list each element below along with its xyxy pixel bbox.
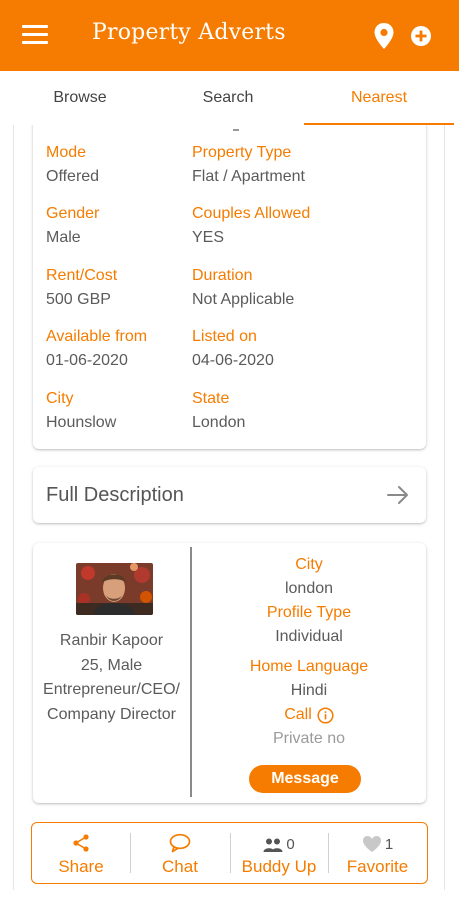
phone-value: Private no xyxy=(272,730,346,747)
avatar[interactable] xyxy=(76,563,153,615)
gender-label: Gender xyxy=(46,205,100,222)
mode-value: Offered xyxy=(46,168,100,185)
listed-on-value: 04-06-2020 xyxy=(192,352,274,369)
share-icon xyxy=(71,833,91,853)
advertiser-name: Ranbir Kapoor xyxy=(59,632,164,649)
app-bar: Property Adverts xyxy=(0,0,459,71)
city-value: Hounslow xyxy=(46,414,117,431)
mode-label: Mode xyxy=(46,144,87,161)
action-bar: Share Chat 0 Buddy Up 1 Favorite xyxy=(31,822,428,884)
rent-label: Rent/Cost xyxy=(46,267,118,284)
chat-button[interactable]: Chat xyxy=(130,823,230,883)
people-icon xyxy=(263,837,283,853)
tab-bar: Browse Search Nearest xyxy=(0,71,459,125)
menu-icon[interactable] xyxy=(22,25,48,45)
add-circle-icon[interactable] xyxy=(410,25,432,47)
property-type-field: Property Type Flat / Apartment xyxy=(192,143,305,187)
advertiser-profile-card: Ranbir Kapoor 25, Male Entrepreneur/CEO/… xyxy=(33,543,426,803)
property-type-label: Property Type xyxy=(192,144,292,161)
state-field: State London xyxy=(192,389,245,433)
location-pin-icon[interactable] xyxy=(373,22,395,50)
tab-browse[interactable]: Browse xyxy=(0,71,160,125)
tab-search[interactable]: Search xyxy=(152,71,304,125)
rent-field: Rent/Cost 500 GBP xyxy=(46,266,117,310)
available-from-label: Available from xyxy=(46,328,148,345)
share-label: Share xyxy=(58,857,104,876)
chat-label: Chat xyxy=(162,857,198,876)
buddy-up-button[interactable]: 0 Buddy Up xyxy=(230,823,328,883)
advertiser-info: City london Profile Type Individual Home… xyxy=(192,553,426,751)
advertiser-occupation-line1: Entrepreneur/CEO/ xyxy=(43,681,180,698)
app-title: Property Adverts xyxy=(92,20,286,45)
profile-type-value: Individual xyxy=(275,628,343,645)
profile-city-label: City xyxy=(295,556,323,573)
full-description-card[interactable]: Full Description xyxy=(33,467,426,523)
mode-field: Mode Offered xyxy=(46,143,99,187)
tab-nearest[interactable]: Nearest xyxy=(304,71,454,125)
advertiser-summary: Ranbir Kapoor 25, Male Entrepreneur/CEO/… xyxy=(33,629,190,727)
couples-allowed-value: YES xyxy=(192,229,225,246)
gender-value: Male xyxy=(46,229,81,246)
heart-icon xyxy=(362,835,382,853)
state-label: State xyxy=(192,390,230,407)
city-field: City Hounslow xyxy=(46,389,116,433)
favorite-count: 1 xyxy=(384,836,394,853)
buddy-up-label: Buddy Up xyxy=(241,857,317,876)
gender-field: Gender Male xyxy=(46,204,99,248)
chat-bubble-icon xyxy=(169,833,191,853)
duration-label: Duration xyxy=(192,267,253,284)
scroll-hint xyxy=(233,129,239,131)
available-from-field: Available from 01-06-2020 xyxy=(46,327,147,371)
couples-allowed-label: Couples Allowed xyxy=(192,205,311,222)
city-label: City xyxy=(46,390,74,407)
arrow-right-icon xyxy=(386,485,410,505)
advertiser-occupation-line2: Company Director xyxy=(47,705,176,723)
profile-city-value: london xyxy=(284,580,334,597)
call-button[interactable]: Call xyxy=(192,703,426,727)
advertiser-age-gender: 25, Male xyxy=(80,656,143,674)
full-description-title: Full Description xyxy=(46,484,184,506)
advert-detail-scroll[interactable]: Mode Offered Property Type Flat / Apartm… xyxy=(13,125,445,890)
favorite-button[interactable]: 1 Favorite xyxy=(328,823,427,883)
listed-on-field: Listed on 04-06-2020 xyxy=(192,327,274,371)
couples-allowed-field: Couples Allowed YES xyxy=(192,204,310,248)
state-value: London xyxy=(192,414,246,431)
property-type-value: Flat / Apartment xyxy=(192,168,305,185)
profile-type-label: Profile Type xyxy=(266,604,352,621)
listed-on-label: Listed on xyxy=(192,328,257,345)
buddy-count: 0 xyxy=(286,836,295,853)
rent-value: 500 GBP xyxy=(46,291,111,308)
property-details-card: Mode Offered Property Type Flat / Apartm… xyxy=(33,125,426,449)
duration-field: Duration Not Applicable xyxy=(192,266,294,310)
home-language-label: Home Language xyxy=(249,658,369,675)
home-language-value: Hindi xyxy=(290,682,328,699)
share-button[interactable]: Share xyxy=(32,823,130,883)
message-button[interactable]: Message xyxy=(249,765,361,793)
available-from-value: 01-06-2020 xyxy=(46,352,128,369)
favorite-label: Favorite xyxy=(346,857,409,876)
call-label: Call xyxy=(284,706,312,723)
duration-value: Not Applicable xyxy=(192,291,295,308)
info-icon[interactable] xyxy=(317,706,334,724)
